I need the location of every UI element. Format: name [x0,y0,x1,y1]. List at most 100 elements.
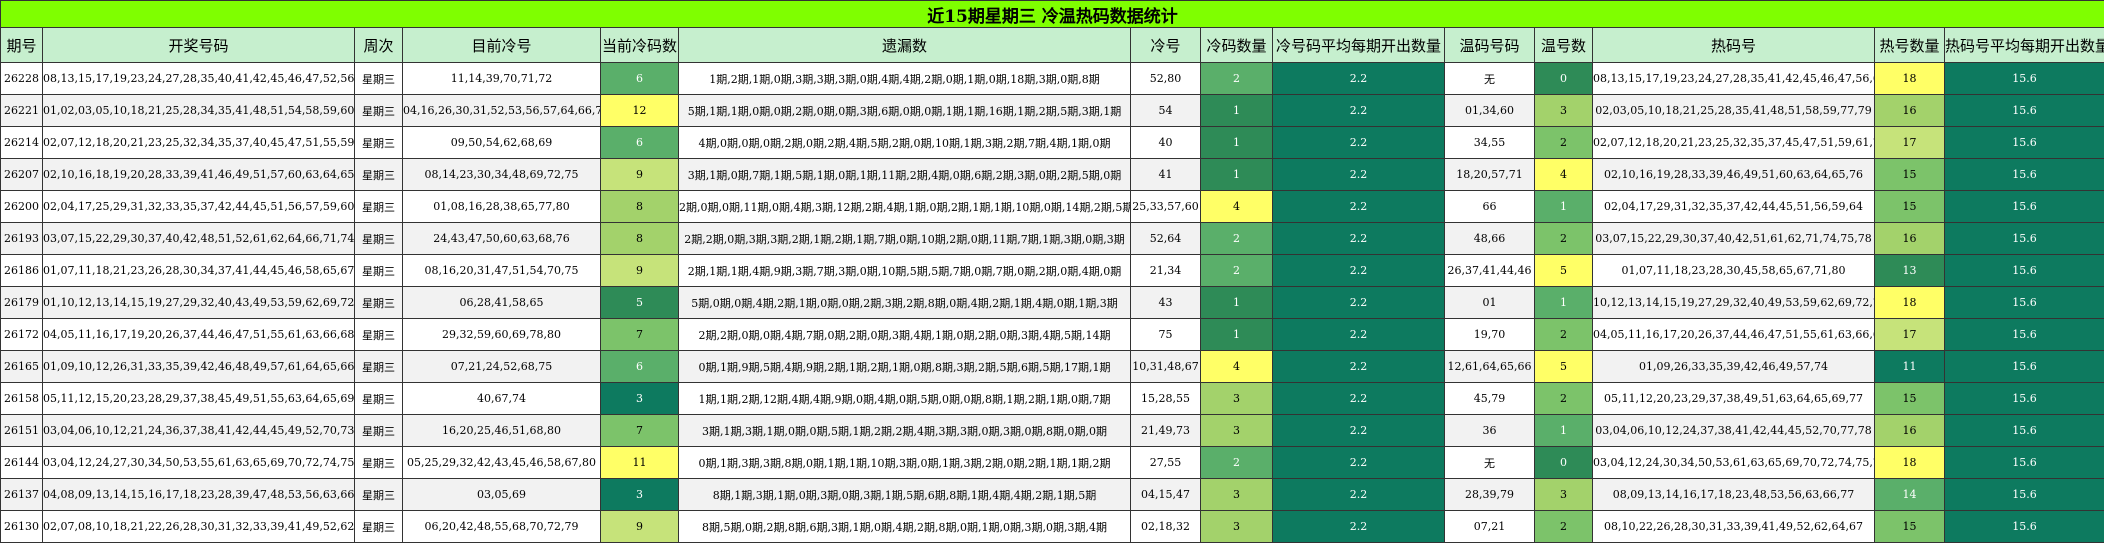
cold-count-cell: 2 [1201,63,1273,95]
draw-numbers-cell: 03,04,12,24,27,30,34,50,53,55,61,63,65,6… [43,447,355,479]
hot-count-cell: 18 [1875,287,1945,319]
warm-count-cell: 4 [1535,159,1593,191]
column-header: 温码号码 [1445,28,1535,63]
hot-cell: 03,04,12,24,30,34,50,53,61,63,65,69,70,7… [1593,447,1875,479]
hot-avg-cell: 15.6 [1945,159,2104,191]
warm-count-cell: 1 [1535,415,1593,447]
current-cold-cell: 29,32,59,60,69,78,80 [403,319,601,351]
table-row: 2615805,11,12,15,20,23,28,29,37,38,45,49… [1,383,2104,415]
draw-numbers-cell: 05,11,12,15,20,23,28,29,37,38,45,49,51,5… [43,383,355,415]
hot-count-cell: 17 [1875,127,1945,159]
cold-count-cell: 3 [1201,479,1273,511]
missed-cell: 2期,1期,1期,4期,9期,3期,7期,3期,0期,10期,5期,5期,7期,… [679,255,1131,287]
table-row: 2614403,04,12,24,27,30,34,50,53,55,61,63… [1,447,2104,479]
hot-count-cell: 15 [1875,191,1945,223]
warm-count-cell: 2 [1535,223,1593,255]
missed-cell: 4期,0期,0期,0期,2期,0期,2期,4期,5期,2期,0期,10期,1期,… [679,127,1131,159]
weekday-cell: 星期三 [355,319,403,351]
weekday-cell: 星期三 [355,287,403,319]
table-row: 2622808,13,15,17,19,23,24,27,28,35,40,41… [1,63,2104,95]
cold-avg-cell: 2.2 [1273,447,1445,479]
cold-cell: 04,15,47 [1131,479,1201,511]
missed-cell: 3期,1期,3期,1期,0期,0期,5期,1期,2期,2期,4期,3期,3期,0… [679,415,1131,447]
cold-cell: 75 [1131,319,1201,351]
cold-count-cell: 1 [1201,95,1273,127]
draw-numbers-cell: 02,04,17,25,29,31,32,33,35,37,42,44,45,5… [43,191,355,223]
warm-cell: 28,39,79 [1445,479,1535,511]
cold-avg-cell: 2.2 [1273,415,1445,447]
cold-avg-cell: 2.2 [1273,479,1445,511]
hot-count-cell: 15 [1875,383,1945,415]
table-row: 2617204,05,11,16,17,19,20,26,37,44,46,47… [1,319,2104,351]
warm-cell: 48,66 [1445,223,1535,255]
hot-cell: 03,04,06,10,12,24,37,38,41,42,44,45,52,7… [1593,415,1875,447]
warm-cell: 34,55 [1445,127,1535,159]
hot-avg-cell: 15.6 [1945,447,2104,479]
missed-cell: 2期,2期,0期,0期,4期,7期,0期,2期,0期,3期,4期,1期,0期,2… [679,319,1131,351]
hot-avg-cell: 15.6 [1945,287,2104,319]
warm-cell: 18,20,57,71 [1445,159,1535,191]
column-header: 冷码数量 [1201,28,1273,63]
hot-avg-cell: 15.6 [1945,255,2104,287]
table-row: 2622101,02,03,05,10,18,21,25,28,34,35,41… [1,95,2104,127]
current-cold-count-cell: 9 [601,255,679,287]
missed-cell: 1期,2期,1期,0期,3期,3期,3期,0期,4期,4期,2期,0期,1期,0… [679,63,1131,95]
cold-cell: 54 [1131,95,1201,127]
current-cold-count-cell: 8 [601,223,679,255]
weekday-cell: 星期三 [355,479,403,511]
draw-numbers-cell: 03,04,06,10,12,21,24,36,37,38,41,42,44,4… [43,415,355,447]
hot-count-cell: 17 [1875,319,1945,351]
hot-avg-cell: 15.6 [1945,223,2104,255]
cold-cell: 40 [1131,127,1201,159]
hot-avg-cell: 15.6 [1945,191,2104,223]
cold-cell: 43 [1131,287,1201,319]
cold-count-cell: 2 [1201,447,1273,479]
warm-cell: 12,61,64,65,66 [1445,351,1535,383]
column-header: 遗漏数 [679,28,1131,63]
issue-cell: 26186 [1,255,43,287]
draw-numbers-cell: 02,10,16,18,19,20,28,33,39,41,46,49,51,5… [43,159,355,191]
missed-cell: 0期,1期,9期,5期,4期,9期,2期,1期,2期,1期,0期,8期,3期,2… [679,351,1131,383]
stats-table: 近15期星期三 冷温热码数据统计 期号开奖号码周次目前冷号当前冷码数遗漏数冷号冷… [0,0,2104,543]
cold-avg-cell: 2.2 [1273,351,1445,383]
warm-cell: 19,70 [1445,319,1535,351]
current-cold-cell: 06,28,41,58,65 [403,287,601,319]
missed-cell: 1期,1期,2期,12期,4期,4期,9期,0期,4期,0期,5期,0期,0期,… [679,383,1131,415]
issue-cell: 26172 [1,319,43,351]
hot-count-cell: 13 [1875,255,1945,287]
column-header: 冷号 [1131,28,1201,63]
cold-cell: 10,31,48,67 [1131,351,1201,383]
issue-cell: 26179 [1,287,43,319]
current-cold-count-cell: 9 [601,159,679,191]
table-row: 2618601,07,11,18,21,23,26,28,30,34,37,41… [1,255,2104,287]
hot-cell: 02,03,05,10,18,21,25,28,35,41,48,51,58,5… [1593,95,1875,127]
cold-count-cell: 2 [1201,223,1273,255]
weekday-cell: 星期三 [355,159,403,191]
missed-cell: 2期,2期,0期,3期,3期,2期,1期,2期,1期,7期,0期,10期,2期,… [679,223,1131,255]
warm-cell: 66 [1445,191,1535,223]
hot-count-cell: 16 [1875,415,1945,447]
weekday-cell: 星期三 [355,383,403,415]
hot-avg-cell: 15.6 [1945,383,2104,415]
current-cold-count-cell: 3 [601,383,679,415]
current-cold-cell: 40,67,74 [403,383,601,415]
hot-cell: 02,10,16,19,28,33,39,46,49,51,60,63,64,6… [1593,159,1875,191]
column-header: 热号数量 [1875,28,1945,63]
cold-cell: 41 [1131,159,1201,191]
missed-cell: 3期,1期,0期,7期,1期,5期,1期,0期,1期,11期,2期,4期,0期,… [679,159,1131,191]
cold-cell: 52,64 [1131,223,1201,255]
current-cold-count-cell: 6 [601,63,679,95]
cold-count-cell: 1 [1201,127,1273,159]
current-cold-count-cell: 6 [601,351,679,383]
hot-count-cell: 16 [1875,223,1945,255]
hot-avg-cell: 15.6 [1945,415,2104,447]
cold-cell: 15,28,55 [1131,383,1201,415]
draw-numbers-cell: 04,05,11,16,17,19,20,26,37,44,46,47,51,5… [43,319,355,351]
hot-count-cell: 16 [1875,95,1945,127]
cold-avg-cell: 2.2 [1273,223,1445,255]
cold-cell: 21,34 [1131,255,1201,287]
cold-count-cell: 1 [1201,159,1273,191]
warm-count-cell: 3 [1535,479,1593,511]
weekday-cell: 星期三 [355,191,403,223]
issue-cell: 26137 [1,479,43,511]
